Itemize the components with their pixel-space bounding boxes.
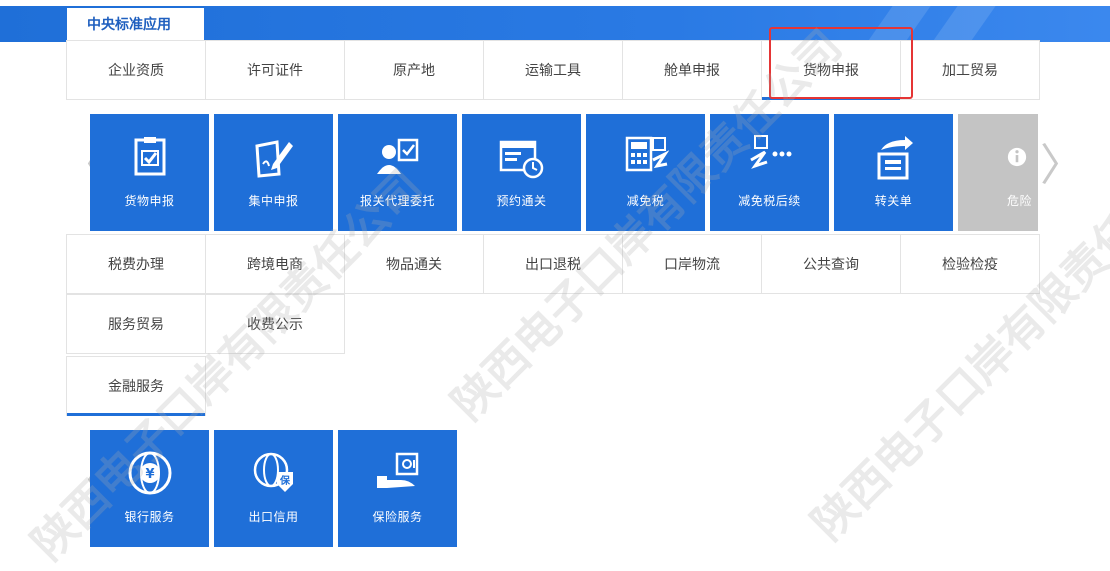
tax-followup-icon bbox=[749, 135, 791, 169]
category-tabs-row3: 服务贸易 收费公示 bbox=[66, 294, 345, 354]
tile-label: 银行服务 bbox=[124, 510, 175, 524]
scroll-right-arrow[interactable]: 〉 bbox=[1040, 144, 1084, 188]
tab-processing-trade[interactable]: 加工贸易 bbox=[900, 40, 1040, 100]
tile-appointment-clearance[interactable]: 预约通关 bbox=[462, 114, 581, 231]
tab-port-logistics[interactable]: 口岸物流 bbox=[622, 234, 762, 294]
tile-label: 集中申报 bbox=[248, 194, 299, 208]
tile-bank-services[interactable]: ¥ 银行服务 bbox=[90, 430, 209, 547]
service-tiles-row2: ¥ 银行服务 保 出口信用 保险服务 bbox=[90, 430, 457, 547]
tile-label: 保险服务 bbox=[372, 510, 423, 524]
tile-tax-reduction-followup[interactable]: 减免税后续 bbox=[710, 114, 829, 231]
pen-document-icon bbox=[254, 140, 293, 178]
clipboard-check-icon bbox=[134, 137, 165, 176]
tab-origin[interactable]: 原产地 bbox=[344, 40, 484, 100]
tab-central-standard-app[interactable]: 中央标准应用 bbox=[67, 6, 204, 40]
calculator-icon bbox=[625, 136, 669, 172]
tab-fee-disclosure[interactable]: 收费公示 bbox=[205, 294, 345, 354]
tab-transport[interactable]: 运输工具 bbox=[483, 40, 623, 100]
tile-transfer-form[interactable]: 转关单 bbox=[834, 114, 953, 231]
tile-label: 减免税 bbox=[626, 194, 665, 208]
agent-clipboard-icon bbox=[376, 138, 418, 174]
tab-financial-services[interactable]: 金融服务 bbox=[66, 356, 206, 416]
tile-label: 预约通关 bbox=[496, 194, 547, 208]
category-tabs-row4: 金融服务 bbox=[66, 356, 206, 416]
tile-customs-agent[interactable]: 报关代理委托 bbox=[338, 114, 457, 231]
tab-cross-border-ecommerce[interactable]: 跨境电商 bbox=[205, 234, 345, 294]
tab-manifest[interactable]: 舱单申报 bbox=[622, 40, 762, 100]
tile-goods-declaration[interactable]: 货物申报 bbox=[90, 114, 209, 231]
highlight-box bbox=[769, 27, 913, 99]
tile-tax-reduction[interactable]: 减免税 bbox=[586, 114, 705, 231]
tab-inspection-quarantine[interactable]: 检验检疫 bbox=[900, 234, 1040, 294]
decor-stripe bbox=[932, 6, 996, 42]
svg-text:¥: ¥ bbox=[145, 467, 154, 482]
tab-tax-payment[interactable]: 税费办理 bbox=[66, 234, 206, 294]
tab-service-trade[interactable]: 服务贸易 bbox=[66, 294, 206, 354]
tab-export-rebate[interactable]: 出口退税 bbox=[483, 234, 623, 294]
transfer-document-icon bbox=[877, 136, 913, 180]
tile-insurance-services[interactable]: 保险服务 bbox=[338, 430, 457, 547]
tile-label: 减免税后续 bbox=[738, 194, 801, 208]
tile-label: 出口信用 bbox=[248, 510, 299, 524]
tile-label: 转关单 bbox=[874, 194, 913, 208]
tile-centralized-declaration[interactable]: 集中申报 bbox=[214, 114, 333, 231]
tab-enterprise-qualification[interactable]: 企业资质 bbox=[66, 40, 206, 100]
info-icon bbox=[1007, 147, 1027, 167]
tile-dangerous-goods[interactable]: 危险 bbox=[958, 114, 1038, 231]
tile-export-credit[interactable]: 保 出口信用 bbox=[214, 430, 333, 547]
tile-label: 货物申报 bbox=[124, 194, 175, 208]
tab-article-clearance[interactable]: 物品通关 bbox=[344, 234, 484, 294]
service-tiles-row1: 货物申报 集中申报 报关代理委托 预约通关 减免税 减免税后续 转关单 危险 bbox=[90, 114, 1040, 231]
tile-label: 危险 bbox=[1006, 194, 1032, 208]
bank-globe-icon: ¥ bbox=[128, 451, 171, 495]
tab-public-inquiry[interactable]: 公共查询 bbox=[761, 234, 901, 294]
export-credit-icon: 保 bbox=[253, 452, 293, 492]
svg-text:保: 保 bbox=[279, 474, 291, 487]
category-tabs-row2: 税费办理 跨境电商 物品通关 出口退税 口岸物流 公共查询 检验检疫 bbox=[66, 234, 1040, 294]
tile-label: 报关代理委托 bbox=[359, 194, 435, 208]
insurance-safe-icon bbox=[376, 452, 418, 488]
tab-license[interactable]: 许可证件 bbox=[205, 40, 345, 100]
browser-clock-icon bbox=[499, 140, 543, 179]
